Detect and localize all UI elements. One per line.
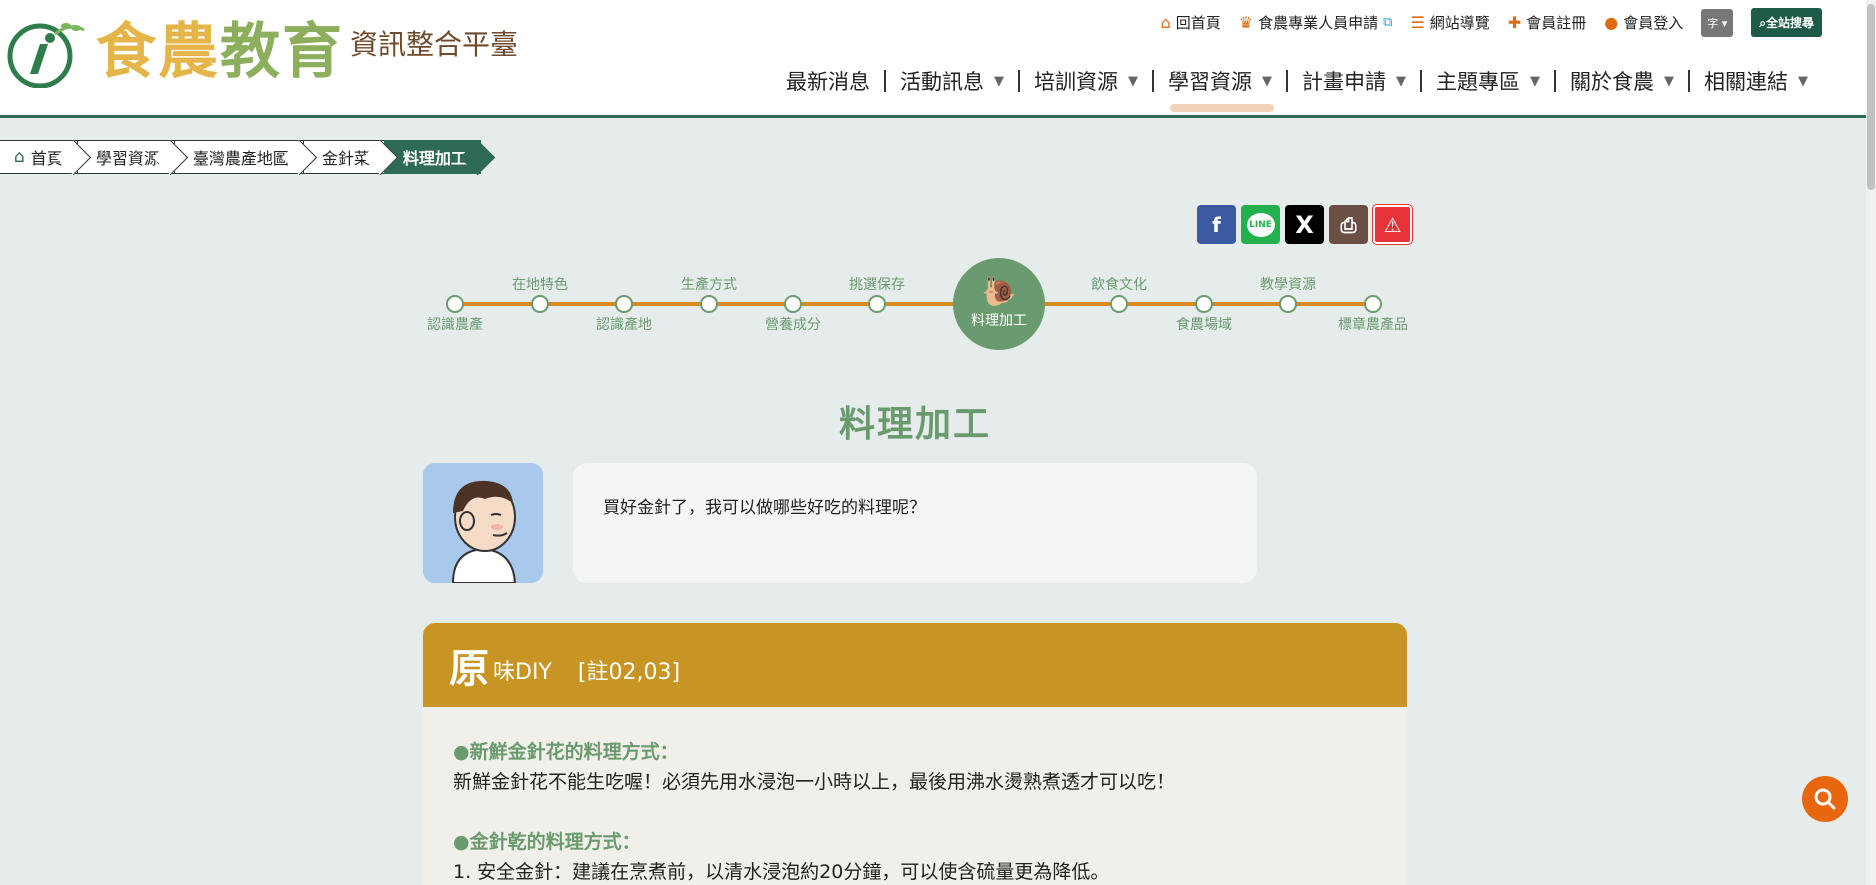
timeline-node[interactable] (531, 295, 549, 313)
nav-links[interactable]: 相關連結 ▼ (1690, 66, 1822, 96)
section-heading: ●金針乾的料理方式： (453, 831, 641, 853)
timeline-node[interactable] (784, 295, 802, 313)
signpost-icon: ☰ (1410, 13, 1425, 32)
font-size-button[interactable]: 字 ▾ (1701, 8, 1734, 37)
card-header-note[interactable]: [註02,03] (578, 654, 680, 686)
share-buttons: f LINE X ⎙ ⚠ (1197, 204, 1413, 245)
certificate-icon: ♛ (1238, 13, 1254, 32)
scrollbar[interactable] (1866, 0, 1876, 885)
card-header-big-char: 原 (449, 646, 489, 692)
timeline-node[interactable] (615, 295, 633, 313)
search-icon: ⌕ (1759, 16, 1766, 30)
nav-about[interactable]: 關於食農 ▼ (1556, 66, 1688, 96)
line-share-button[interactable]: LINE (1241, 205, 1280, 244)
timeline-label-food-culture[interactable]: 飲食文化 (1091, 274, 1147, 294)
nav-projects[interactable]: 計畫申請 ▼ (1288, 66, 1420, 96)
section-heading: ●新鮮金針花的料理方式： (453, 741, 679, 763)
card-body: ●新鮮金針花的料理方式： 新鮮金針花不能生吃喔！必須先用水浸泡一小時以上，最後用… (423, 707, 1407, 885)
top-link-sitemap[interactable]: ☰ 網站導覽 (1410, 12, 1489, 33)
caret-down-icon: ▼ (1530, 73, 1540, 89)
timeline-label-know-origin[interactable]: 認識產地 (596, 314, 652, 334)
home-icon: ⌂ (1160, 13, 1171, 32)
printer-icon: ⎙ (1340, 212, 1357, 237)
scrollbar-thumb[interactable] (1867, 4, 1875, 190)
caret-down-icon: ▼ (1664, 73, 1674, 89)
user-circle-icon: ● (1604, 13, 1619, 32)
x-share-button[interactable]: X (1285, 205, 1324, 244)
timeline-label-production[interactable]: 生產方式 (681, 274, 737, 294)
x-icon: X (1295, 210, 1314, 239)
breadcrumb-map[interactable]: 臺灣農產地圖 (173, 140, 303, 174)
recipe-card: 原 味DIY [註02,03] ●新鮮金針花的料理方式： 新鮮金針花不能生吃喔！… (423, 623, 1407, 885)
timeline-node[interactable] (446, 295, 464, 313)
top-links: ⌂ 回首頁 ♛ 食農專業人員申請 ⧉ ☰ 網站導覽 ✚ 會員註冊 ● 會員登入 字 ▾ ⌕全… (1161, 8, 1822, 37)
page-title: 料理加工 (838, 404, 991, 445)
nav-news[interactable]: 最新消息 (772, 66, 884, 96)
timeline-label-nutrition[interactable]: 營養成分 (765, 314, 821, 334)
timeline-label-know-produce[interactable]: 認識農產 (427, 314, 483, 334)
warning-icon: ⚠ (1383, 212, 1402, 237)
report-button[interactable]: ⚠ (1372, 204, 1413, 245)
floating-search-button[interactable] (1802, 776, 1848, 822)
timeline-label-teaching[interactable]: 教學資源 (1260, 274, 1316, 294)
timeline-node[interactable] (1364, 295, 1382, 313)
top-link-home[interactable]: ⌂ 回首頁 (1161, 12, 1221, 33)
site-search-button[interactable]: ⌕全站搜尋 (1751, 8, 1822, 37)
timeline-current-node: 🐌 料理加工 (953, 258, 1045, 350)
facebook-icon: f (1212, 212, 1221, 237)
nav-topics[interactable]: 主題專區 ▼ (1422, 66, 1554, 96)
caret-down-icon: ▼ (1128, 73, 1138, 89)
print-button[interactable]: ⎙ (1329, 205, 1368, 244)
timeline-node[interactable] (1110, 295, 1128, 313)
dialog-text: 買好金針了，我可以做哪些好吃的料理呢？ (603, 498, 926, 518)
timeline-node[interactable] (1195, 295, 1213, 313)
logo-emblem-icon (0, 16, 86, 89)
caret-down-icon: ▼ (1798, 73, 1808, 89)
section-text: 新鮮金針花不能生吃喔！必須先用水浸泡一小時以上，最後用沸水燙熟煮透才可以吃！ (453, 771, 1176, 793)
nav-learning[interactable]: 學習資源 ▼ (1154, 66, 1286, 112)
top-link-register[interactable]: ✚ 會員註冊 (1508, 12, 1586, 33)
timeline-label-local-features[interactable]: 在地特色 (512, 274, 568, 294)
timeline-node[interactable] (700, 295, 718, 313)
snail-icon: 🐌 (981, 275, 1017, 308)
timeline-label-selection[interactable]: 挑選保存 (849, 274, 905, 294)
logo-subtitle: 資訊整合平臺 (350, 28, 519, 61)
caret-down-icon: ▼ (1396, 73, 1406, 89)
site-logo[interactable]: 食農教育 資訊整合平臺 (0, 12, 518, 92)
site-header: 食農教育 資訊整合平臺 ⌂ 回首頁 ♛ 食農專業人員申請 ⧉ ☰ 網站導覽 ✚ 會員註冊 … (0, 0, 1866, 118)
main-nav: 最新消息 活動訊息 ▼ 培訓資源 ▼ 學習資源 ▼ 計畫申請 ▼ 主題專區 ▼ 關於食農 ▼… (772, 66, 1822, 112)
facebook-share-button[interactable]: f (1197, 205, 1236, 244)
timeline-node[interactable] (868, 295, 886, 313)
user-plus-icon: ✚ (1507, 13, 1522, 32)
logo-title: 食農教育 (96, 17, 344, 87)
section-text: 1. 安全金針：建議在烹煮前，以清水浸泡約20分鐘，可以使含硫量更為降低。 (453, 861, 1110, 883)
card-header-title: 味DIY (493, 660, 552, 685)
search-icon (1814, 788, 1836, 810)
breadcrumb: ⌂ 首頁 學習資源 臺灣農產地圖 金針菜 料理加工 (0, 140, 481, 174)
timeline-track (455, 302, 1375, 306)
breadcrumb-home[interactable]: ⌂ 首頁 (0, 140, 77, 174)
timeline-node[interactable] (1279, 295, 1297, 313)
active-highlight (1170, 104, 1274, 112)
timeline-label-certified[interactable]: 標章農產品 (1338, 314, 1408, 334)
card-header: 原 味DIY [註02,03] (423, 623, 1407, 707)
top-link-login[interactable]: ● 會員登入 (1604, 12, 1683, 33)
external-link-icon: ⧉ (1383, 15, 1393, 30)
top-link-professional-apply[interactable]: ♛ 食農專業人員申請 ⧉ (1239, 12, 1393, 33)
line-icon: LINE (1246, 212, 1275, 237)
avatar (423, 463, 543, 583)
dialog-bubble: 買好金針了，我可以做哪些好吃的料理呢？ (573, 463, 1257, 583)
timeline-label-venues[interactable]: 食農場域 (1176, 314, 1232, 334)
home-icon: ⌂ (14, 147, 25, 167)
nav-training[interactable]: 培訓資源 ▼ (1020, 66, 1152, 96)
nav-events[interactable]: 活動訊息 ▼ (886, 66, 1018, 96)
caret-down-icon: ▼ (1262, 73, 1272, 89)
caret-down-icon: ▼ (994, 73, 1004, 89)
